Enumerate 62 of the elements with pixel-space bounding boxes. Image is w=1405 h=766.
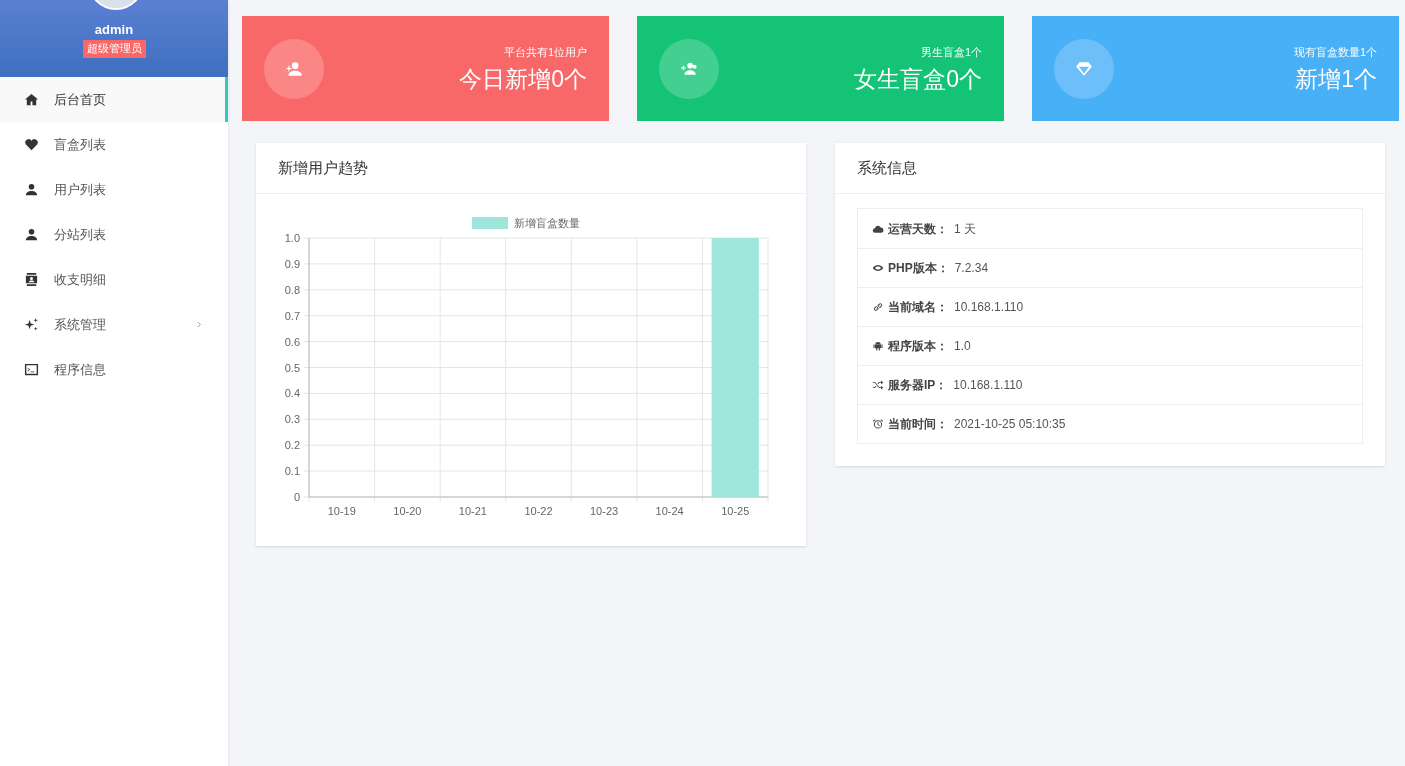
user-name: admin	[94, 23, 134, 37]
y-tick-label: 0.4	[284, 387, 300, 400]
info-label: 运营天数：	[888, 220, 948, 238]
y-tick-label: 0.9	[284, 257, 300, 270]
info-label: PHP版本：	[888, 260, 949, 277]
info-value: 2021-10-25 05:10:35	[954, 416, 1066, 433]
y-tick-label: 0.1	[284, 465, 300, 478]
x-tick-label: 10-24	[655, 505, 684, 517]
user-icon	[24, 227, 39, 242]
x-tick-label: 10-19	[327, 505, 356, 517]
x-tick-label: 10-25	[721, 505, 750, 517]
alarm-clock-icon	[872, 418, 884, 430]
sidebar-item[interactable]: 系统管理	[0, 302, 228, 347]
y-tick-label: 0	[293, 491, 300, 503]
info-value: 10.168.1.110	[954, 299, 1024, 316]
y-tick-label: 0.7	[284, 309, 300, 322]
contact-card-icon	[24, 272, 39, 287]
shuffle-icon	[872, 379, 884, 391]
info-label: 当前域名：	[888, 299, 948, 316]
eye-icon	[872, 262, 884, 274]
user-icon	[24, 182, 39, 197]
stat-subtitle: 平台共有1位用户	[503, 46, 587, 58]
x-tick-label: 10-20	[393, 505, 422, 517]
android-icon	[872, 340, 884, 352]
terminal-icon	[24, 362, 39, 377]
x-tick-label: 10-21	[458, 505, 487, 517]
sparkle-icon	[24, 317, 39, 332]
sidebar-item[interactable]: 后台首页	[0, 77, 228, 122]
sidebar-item[interactable]: 程序信息	[0, 347, 228, 392]
stat-value: 女生盲盒0个	[854, 67, 982, 91]
y-tick-label: 0.6	[284, 335, 300, 348]
y-tick-label: 0.5	[284, 361, 300, 374]
panel-title: 系统信息	[857, 157, 917, 178]
info-value: 1.0	[954, 338, 971, 355]
y-tick-label: 1.0	[284, 232, 300, 244]
legend-label: 新增盲盒数量	[514, 217, 580, 229]
role-badge: 超级管理员	[82, 40, 146, 58]
info-value: 1 天	[954, 220, 976, 238]
sidebar-item[interactable]: 盲盒列表	[0, 122, 228, 167]
x-tick-label: 10-23	[590, 505, 619, 517]
sidebar-item[interactable]: 收支明细	[0, 257, 228, 302]
stat-value: 今日新增0个	[459, 67, 587, 91]
stat-value: 新增1个	[1295, 67, 1377, 91]
heart-icon	[24, 137, 39, 152]
info-label: 服务器IP：	[888, 377, 948, 394]
info-value: 7.2.34	[954, 260, 989, 277]
y-tick-label: 0.8	[284, 283, 300, 296]
panel-title: 新增用户趋势	[278, 157, 368, 178]
stat-subtitle: 男生盲盒1个	[920, 46, 982, 58]
info-value: 10.168.1.110	[953, 377, 1023, 394]
info-label: 程序版本：	[888, 338, 948, 355]
sidebar-item[interactable]: 用户列表	[0, 167, 228, 212]
y-tick-label: 0.3	[284, 413, 300, 426]
link-icon	[872, 301, 884, 313]
y-tick-label: 0.2	[284, 439, 300, 452]
x-tick-label: 10-22	[524, 505, 553, 517]
diamond-icon	[1075, 59, 1093, 78]
info-label: 当前时间：	[888, 416, 948, 433]
add-user-icon	[285, 59, 303, 78]
home-icon	[24, 92, 39, 107]
stat-subtitle: 现有盲盒数量1个	[1293, 46, 1377, 58]
sidebar-item[interactable]: 分站列表	[0, 212, 228, 257]
